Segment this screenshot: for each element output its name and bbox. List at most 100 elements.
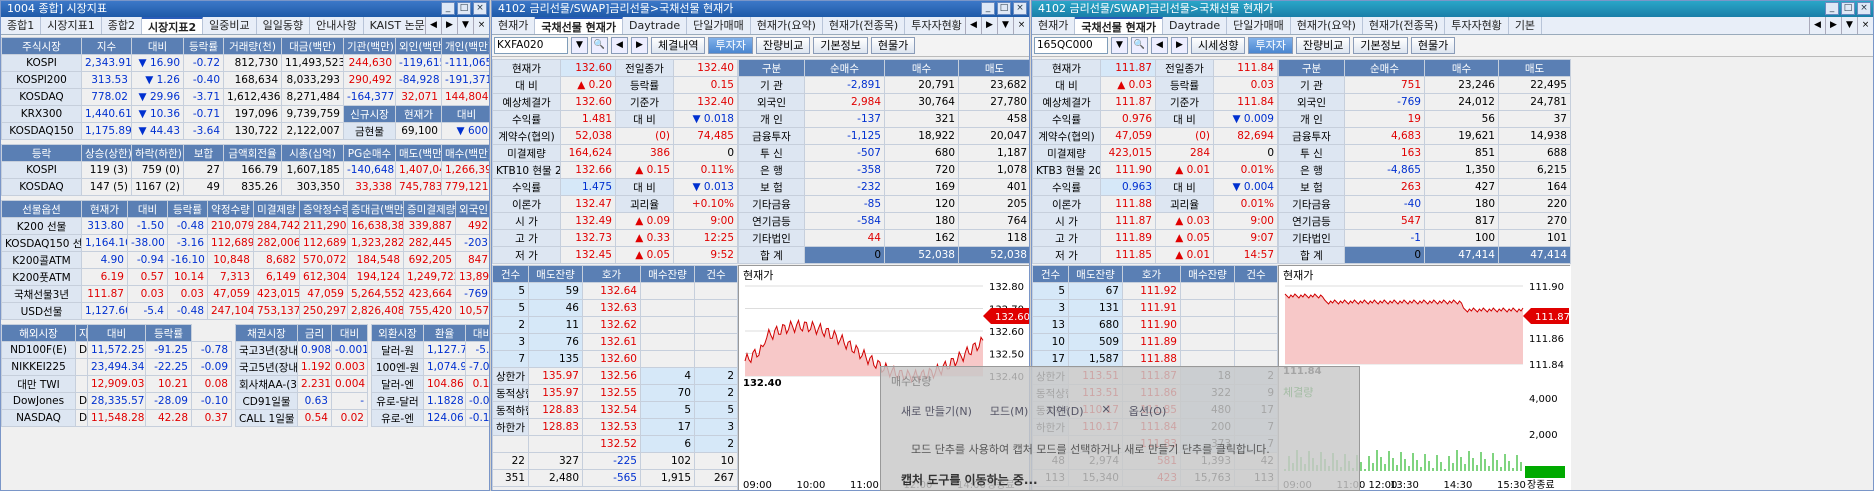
mode-button[interactable]: 모드(M) [990,403,1028,419]
ask-row[interactable]: 17 1,587 111.88 [1032,350,1278,368]
table-row[interactable]: CD91일물 0.63- [235,392,368,410]
table-row[interactable]: 국고3년(장내) 0.908 -0.001 [235,341,368,359]
prev-icon[interactable]: ◀ [1151,37,1168,54]
table-row[interactable]: 국채선물3년 111.87 0.03 0.03 47,059 423,015 47,059 5… [1,285,489,303]
maximize-icon[interactable]: □ [1841,2,1855,15]
table-row[interactable]: 회사채AA-(3) 2.231 0.004 [235,375,368,393]
table-row[interactable]: KOSPI 119 (3) 759 (0) 27 166.79 1,607,185 -140… [1,161,489,179]
table-row[interactable]: NASDAQ D 11,548.28 42.28 0.37 [1,409,232,427]
close-icon[interactable]: × [1857,2,1871,15]
window-title-bar[interactable]: 4102 금리선물/SWAP]금리선물>국채선물 현재가 _ □ × [1032,1,1873,17]
table-row[interactable]: 달러-엔104.860.15 [371,375,489,393]
tab-next-icon[interactable]: ▶ [981,17,997,34]
btn-4[interactable]: 현물가 [1410,37,1456,54]
tab-4[interactable]: 현재가(요약) [1291,17,1363,34]
table-row[interactable]: K200풋ATM 6.19 0.57 10.14 7,313 6,149 612,304 19… [1,268,489,286]
table-row[interactable]: 유로-달러1.1828-0.0031 [371,392,489,410]
tab-prev-icon[interactable]: ◀ [965,17,981,34]
tab-5[interactable]: 일일동향 [257,17,311,34]
tab-5[interactable]: 현재가(전종목) [823,17,906,34]
table-row[interactable]: KOSDAQ 147 (5) 1167 (2) 49 835.26 303,350 33,3… [1,178,489,196]
tab-2[interactable]: Daytrade [1163,17,1228,34]
table-row[interactable]: 대만 TWI 12,909.03 10.21 0.08 [1,375,232,393]
code-search-icon[interactable]: 🔍 [1131,37,1148,54]
tab-3[interactable]: 단일가매매 [1227,17,1291,34]
ask-row[interactable]: 10 509 111.89 [1032,333,1278,351]
table-row[interactable]: ND100F(E) D 11,572.25 -91.25 -0.78 [1,341,232,359]
minimize-icon[interactable]: _ [1825,2,1839,15]
table-row[interactable]: K200콜ATM 4.90 -0.94 -16.10 10,848 8,682 570,07… [1,251,489,269]
ask-row[interactable]: 13 680 111.90 [1032,316,1278,334]
tab-next-icon[interactable]: ▶ [1825,17,1841,34]
tab-4[interactable]: 현재가(요약) [751,17,823,34]
table-row[interactable]: CALL 1일물 0.54 0.02 [235,409,368,427]
tab-list-icon[interactable]: ▼ [1841,17,1857,34]
next-icon[interactable]: ▶ [631,37,648,54]
ask-row[interactable]: 5 46 132.63 [492,299,738,317]
snipping-tool-overlay[interactable]: 매수잔량 새로 만들기(N) 모드(M) 지연(D) ✕ 옵션(O) 모드 단추… [880,366,1360,491]
tab-list-icon[interactable]: ▼ [997,17,1013,34]
bid-row[interactable]: 동적상한135.97132.55702 [492,384,738,402]
table-row[interactable]: KOSDAQ150 1,175.89 ▼ 44.43 -3.64 130,722 2,12… [1,122,489,140]
table-row[interactable]: KOSPI200 313.53 ▼ 1.26 -0.40 168,634 8,033,29… [1,71,489,89]
options-button[interactable]: 옵션(O) [1129,403,1166,419]
code-dropdown-icon[interactable]: ▼ [1111,37,1128,54]
minimize-icon[interactable]: _ [981,2,995,15]
tab-1[interactable]: 국채선물 현재가 [1075,17,1164,34]
table-row[interactable]: NIKKEI225 23,494.34 -22.25 -0.09 [1,358,232,376]
table-row[interactable]: 국고5년(장내) 1.192 0.003 [235,358,368,376]
tab-3[interactable]: 단일가매매 [687,17,751,34]
tab-6[interactable]: 투자자현황 [1445,17,1509,34]
tab-4[interactable]: 일중비교 [203,17,257,34]
table-row[interactable]: KOSDAQ150 선물1,164.10-38.00-3.16112,68928… [1,234,489,252]
delay-button[interactable]: 지연(D) [1046,403,1083,419]
table-row[interactable]: 유로-엔124.06-0.12 [371,409,489,427]
tab-3[interactable]: 시장지표2 [141,17,204,34]
ask-row[interactable]: 5 67 111.92 [1032,282,1278,300]
tab-close-icon[interactable]: × [1013,17,1029,34]
balance-compare[interactable]: 잔량비교 [492,486,738,490]
tab-6[interactable]: 투자자현황 [905,17,969,34]
btn-0[interactable]: 시세성향 [1191,37,1246,54]
window-title-bar[interactable]: 1004 종합] 시장지표 _ □ × [1,1,489,17]
tab-prev-icon[interactable]: ◀ [1809,17,1825,34]
btn-2[interactable]: 잔량비교 [755,37,811,54]
code-input[interactable]: KXFA020 [494,37,568,54]
ask-row[interactable]: 3 131 111.91 [1032,299,1278,317]
maximize-icon[interactable]: □ [457,2,471,15]
btn-0[interactable]: 체결내역 [651,37,706,54]
tab-list-icon[interactable]: ▼ [457,17,473,34]
btn-3[interactable]: 기본정보 [1353,37,1408,54]
code-search-icon[interactable]: 🔍 [591,37,608,54]
bid-row[interactable]: 132.52 6 2 [492,435,738,453]
close-icon[interactable]: × [1013,2,1027,15]
maximize-icon[interactable]: □ [997,2,1011,15]
code-input[interactable]: 165QC000 [1034,37,1108,54]
tab-close-icon[interactable]: × [1857,17,1873,34]
cancel-icon[interactable]: ✕ [1102,403,1111,419]
code-dropdown-icon[interactable]: ▼ [571,37,588,54]
next-icon[interactable]: ▶ [1171,37,1188,54]
ask-row[interactable]: 5 59 132.64 [492,282,738,300]
btn-4[interactable]: 현물가 [870,37,916,54]
tab-0[interactable]: 종합1 [1,17,42,34]
btn-1[interactable]: 투자자 [1248,37,1293,54]
tab-0[interactable]: 현재가 [492,17,536,34]
btn-2[interactable]: 잔량비교 [1295,37,1351,54]
table-row[interactable]: 달러-원1,127.7-5.2 [371,341,489,359]
bid-row[interactable]: 하한가 128.83 132.53 17 3 [492,418,738,436]
table-row[interactable]: DowJones D 28,335.57 -28.09 -0.10 [1,392,232,410]
tab-close-icon[interactable]: × [473,17,489,34]
close-icon[interactable]: × [473,2,487,15]
ask-row[interactable]: 2 11 132.62 [492,316,738,334]
btn-3[interactable]: 기본정보 [813,37,868,54]
tab-prev-icon[interactable]: ◀ [425,17,441,34]
tab-6[interactable]: 안내사항 [310,17,364,34]
bid-row[interactable]: 상한가 135.97 132.56 4 2 [492,367,738,385]
new-snip-button[interactable]: 새로 만들기(N) [901,403,972,419]
btn-1[interactable]: 투자자 [708,37,753,54]
ask-row[interactable]: 3 76 132.61 [492,333,738,351]
bid-row[interactable]: 동적하한128.83132.5455 [492,401,738,419]
minimize-icon[interactable]: _ [441,2,455,15]
tab-0[interactable]: 현재가 [1032,17,1076,34]
